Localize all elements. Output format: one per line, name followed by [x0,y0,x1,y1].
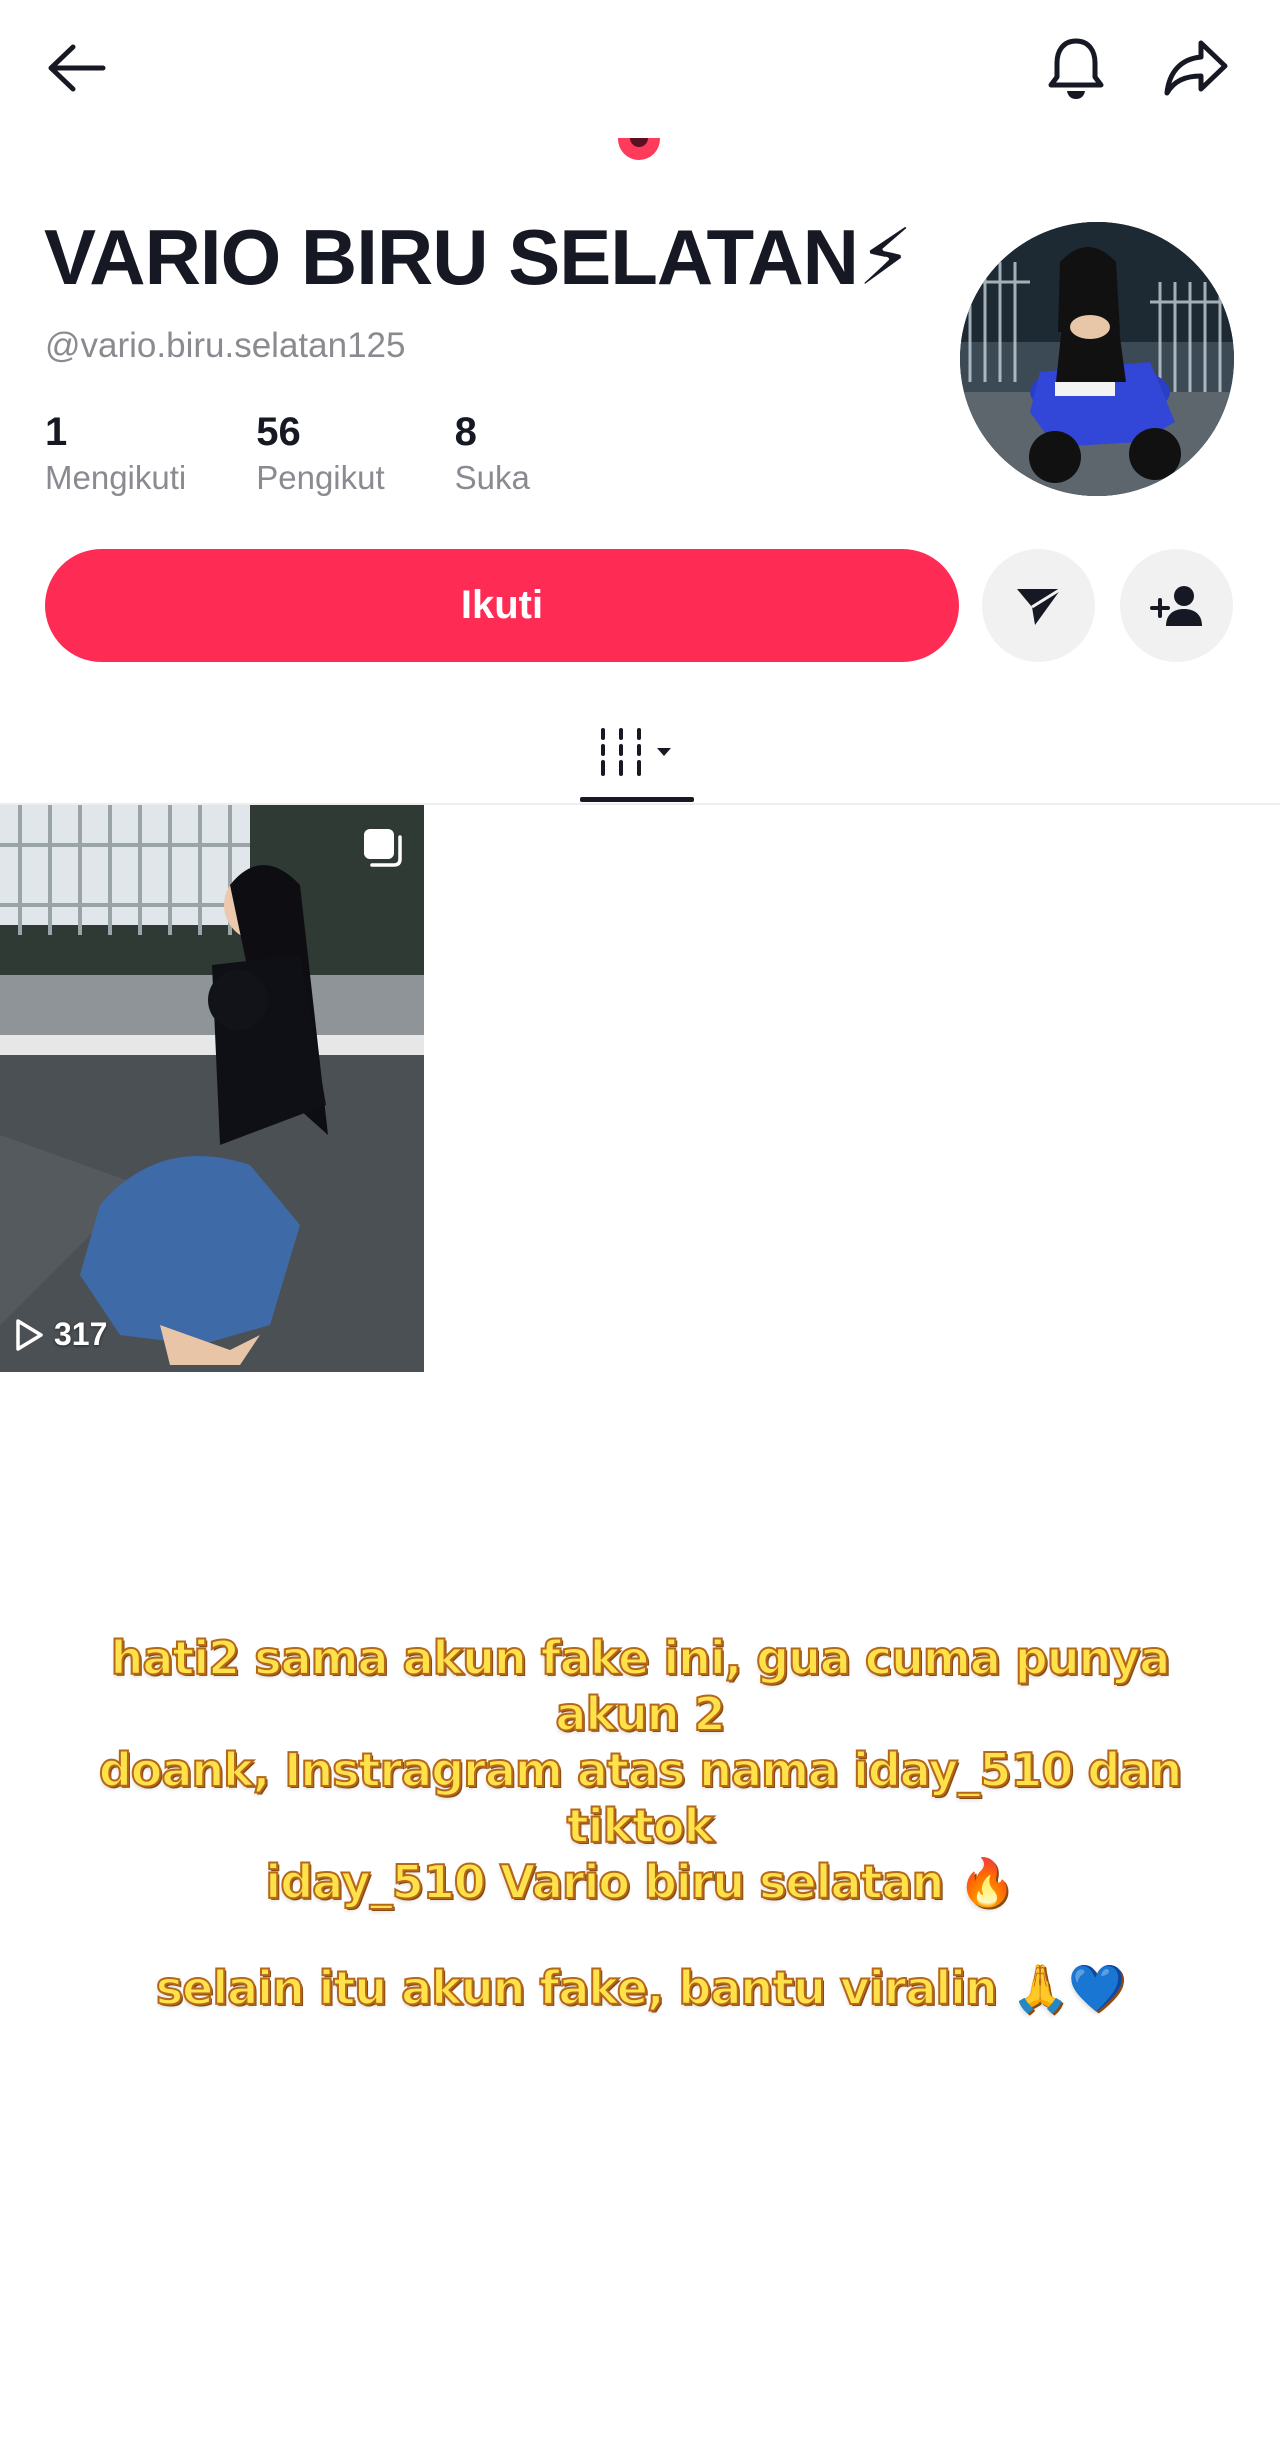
stat-label: Pengikut [256,459,385,496]
follow-button[interactable]: Ikuti [45,549,959,662]
share-arrow-icon [1164,40,1228,96]
bell-icon [1048,38,1104,99]
stat-followers[interactable]: 56 Pengikut [256,408,384,500]
play-outline-icon [16,1318,43,1351]
stat-value: 56 [256,410,301,454]
stat-label: Suka [454,459,530,496]
video-thumbnail-image [0,805,424,1372]
stat-likes[interactable]: 8 Suka [455,408,530,500]
stat-label: Mengikuti [45,459,187,496]
notifications-button[interactable] [1030,22,1122,114]
view-count-label: 317 [54,1316,108,1352]
share-button[interactable] [1150,22,1242,114]
grid-videos-icon [601,728,671,776]
video-view-count: 317 [14,1316,107,1353]
paper-plane-icon [1016,587,1062,625]
tab-videos[interactable] [580,700,694,804]
back-button[interactable] [30,22,122,114]
arrow-left-icon [48,44,106,92]
top-bar [0,0,1280,135]
avatar-image [960,222,1234,496]
caption-overlay: hati2 sama akun fake ini, gua cuma punya… [60,1630,1220,2016]
stat-value: 1 [45,410,68,454]
avatar[interactable] [960,222,1234,496]
caption-line: selain itu akun fake, bantu viralin 🙏💙 [155,1960,1126,2016]
add-user-icon [1149,585,1202,626]
live-indicator [618,138,660,160]
tab-indicator [580,797,694,802]
photo-stack-icon [364,829,402,867]
video-thumbnail[interactable] [0,805,424,1372]
caption-line: hati2 sama akun fake ini, gua cuma punya… [110,1630,1172,1742]
profile-stats: 1 Mengikuti 56 Pengikut 8 Suka [45,408,600,500]
message-button[interactable] [982,549,1095,662]
chevron-down-icon [657,748,671,756]
suggest-account-button[interactable] [1120,549,1233,662]
username: @vario.biru.selatan125 [45,326,406,365]
display-name: VARIO BIRU SELATAN⚡ [44,213,913,301]
stat-following[interactable]: 1 Mengikuti [45,408,186,500]
stat-value: 8 [454,410,477,454]
caption-line: doank, Instragram atas nama iday_510 dan… [98,1742,1183,1854]
caption-line: iday_510 Vario biru selatan 🔥 [264,1854,1016,1910]
profile-page: VARIO BIRU SELATAN⚡ @vario.biru.selatan1… [0,0,1280,2456]
